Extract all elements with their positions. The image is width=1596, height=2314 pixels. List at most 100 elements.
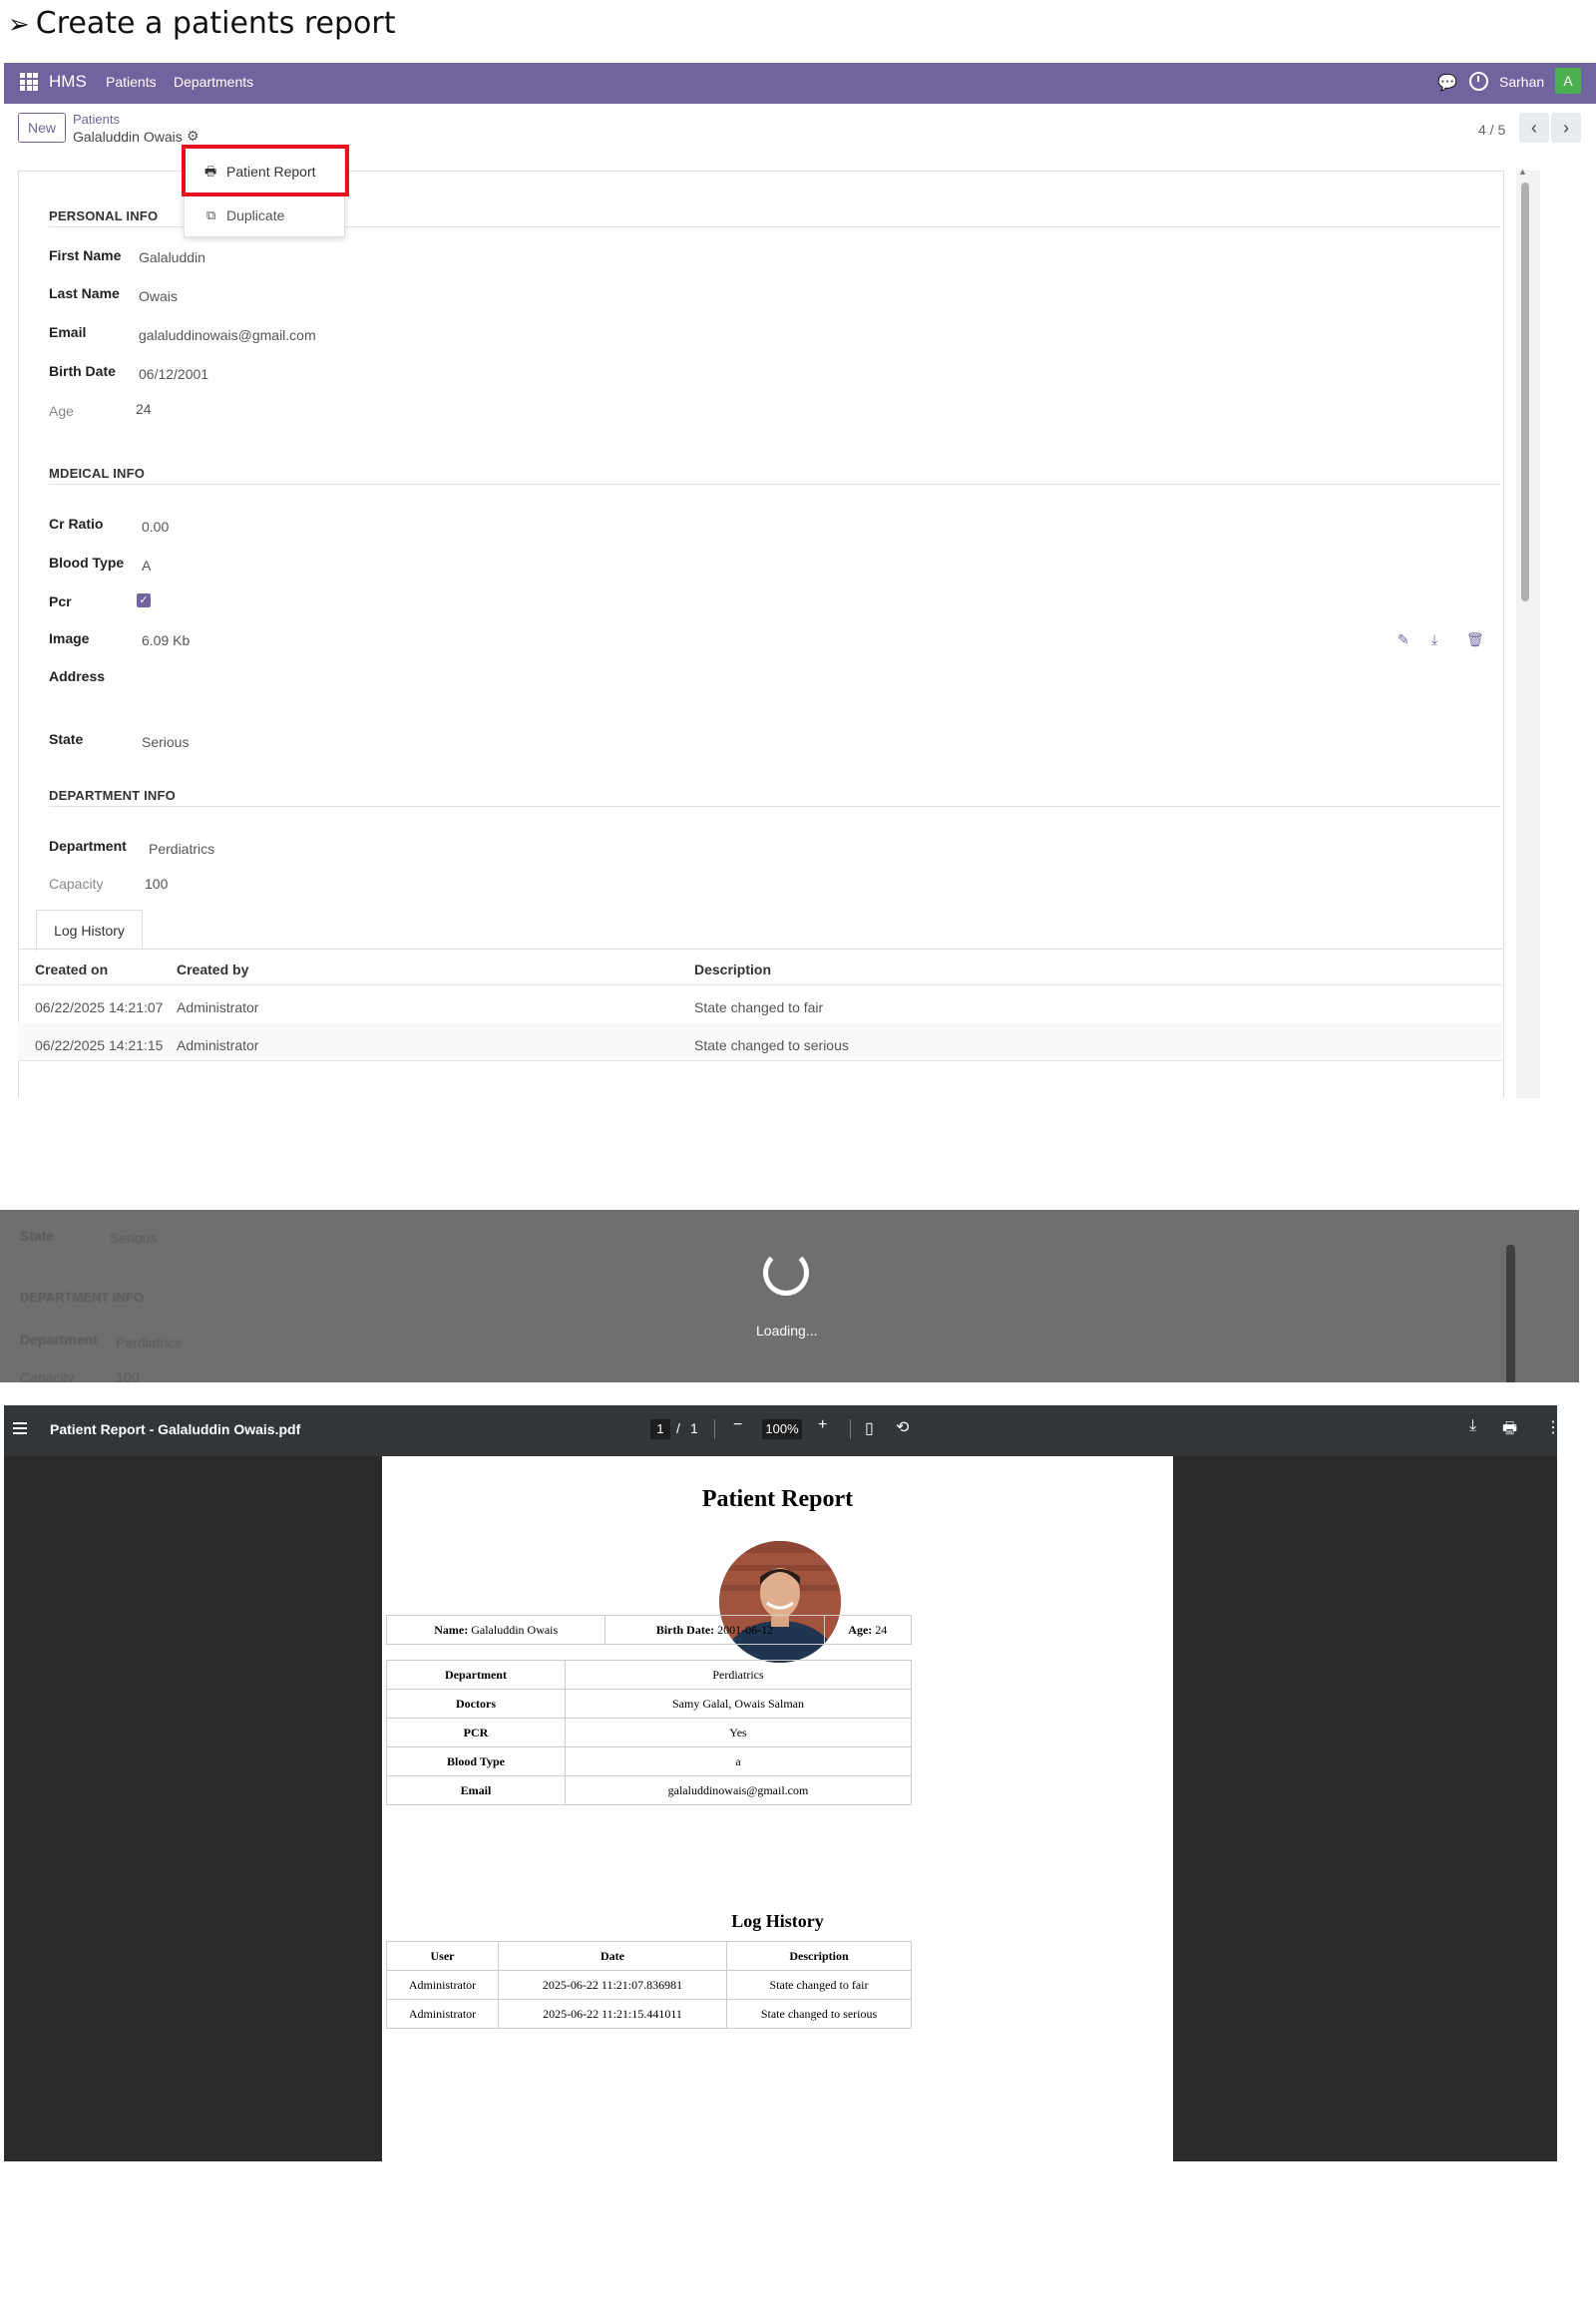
menu-patients[interactable]: Patients — [106, 74, 157, 90]
email-value[interactable]: galaluddinowais@gmail.com — [139, 327, 316, 343]
more-options-icon[interactable]: ⋮ — [1545, 1417, 1557, 1437]
toolbar-divider — [714, 1419, 715, 1439]
activity-clock-icon[interactable] — [1469, 72, 1488, 91]
log-row-2-description[interactable]: State changed to serious — [694, 1037, 849, 1053]
log-table: User Date Description Administrator 2025… — [386, 1941, 912, 2029]
last-name-label: Last Name — [49, 285, 120, 301]
section-title-medical: MDEICAL INFO — [49, 466, 146, 481]
age-value: 24 — [136, 401, 152, 417]
summary-birth-label: Birth Date: — [655, 1622, 715, 1637]
ghost-department-label: Department — [20, 1332, 98, 1348]
cr-ratio-label: Cr Ratio — [49, 516, 104, 532]
log-row-1-created-on[interactable]: 06/22/2025 14:21:07 — [35, 999, 163, 1015]
zoom-in-icon[interactable]: + — [818, 1416, 827, 1434]
birth-date-label: Birth Date — [49, 363, 116, 379]
highlight-box — [182, 145, 349, 196]
image-size-value[interactable]: 6.09 Kb — [142, 632, 190, 648]
zoom-level[interactable]: 100% — [762, 1419, 802, 1439]
cr-ratio-value[interactable]: 0.00 — [142, 519, 169, 535]
pager-next-button[interactable]: › — [1551, 113, 1581, 143]
copy-icon: ⧉ — [206, 207, 216, 222]
menu-hamburger-icon[interactable] — [13, 1422, 27, 1424]
breadcrumb-patients-link[interactable]: Patients — [73, 112, 120, 127]
heading-text: Create a patients report — [35, 6, 396, 41]
column-description[interactable]: Description — [694, 962, 771, 977]
birth-date-value[interactable]: 06/12/2001 — [139, 366, 208, 382]
summary-age-value: 24 — [875, 1622, 888, 1637]
trash-icon[interactable]: 🗑 — [1466, 631, 1484, 648]
zoom-out-icon[interactable]: − — [733, 1416, 742, 1434]
page-total: 1 — [690, 1420, 698, 1436]
section-title-department: DEPARTMENT INFO — [49, 788, 176, 803]
chat-icon[interactable]: 💬 — [1437, 73, 1457, 93]
tab-log-history[interactable]: Log History — [36, 910, 143, 951]
email-label: Email — [49, 324, 87, 340]
column-created-by[interactable]: Created by — [177, 962, 248, 977]
download-icon[interactable]: ⤓ — [1469, 1417, 1476, 1435]
download-icon[interactable]: ⤓ — [1431, 631, 1437, 648]
scroll-up-arrow-icon[interactable]: ▲ — [1518, 167, 1527, 177]
details-value: Samy Galal, Owais Salman — [565, 1689, 912, 1719]
details-value: a — [565, 1746, 912, 1776]
loading-spinner-icon — [763, 1250, 809, 1296]
log-cell-description: State changed to serious — [726, 1999, 912, 2029]
details-label: Department — [386, 1660, 566, 1690]
rotate-icon[interactable]: ⟲ — [896, 1417, 909, 1437]
log-row-2-created-by[interactable]: Administrator — [177, 1037, 258, 1053]
user-name[interactable]: Sarhan — [1499, 74, 1544, 90]
breadcrumb-current: Galaluddin Owais — [73, 129, 183, 145]
log-column-date: Date — [498, 1941, 727, 1971]
blood-type-value[interactable]: A — [142, 558, 151, 574]
gear-icon[interactable]: ⚙ — [187, 128, 200, 145]
new-button[interactable]: New — [18, 113, 66, 143]
app-brand[interactable]: HMS — [49, 72, 87, 92]
menu-item-label: Duplicate — [226, 207, 285, 223]
department-label: Department — [49, 838, 127, 854]
capacity-value: 100 — [145, 876, 169, 892]
column-created-on[interactable]: Created on — [35, 962, 108, 977]
summary-birth-cell: Birth Date: 2001-06-12 — [604, 1615, 825, 1645]
log-row-1-created-by[interactable]: Administrator — [177, 999, 258, 1015]
ghost-capacity-label: Capacity — [20, 1369, 75, 1382]
blood-type-label: Blood Type — [49, 555, 125, 571]
scrollbar-thumb[interactable] — [1521, 183, 1529, 601]
apps-grid-icon[interactable] — [20, 73, 38, 91]
page-separator: / — [676, 1420, 680, 1436]
summary-name-cell: Name: Galaluddin Owais — [385, 1615, 606, 1645]
log-cell-description: State changed to fair — [726, 1970, 912, 2000]
details-label: Email — [386, 1775, 566, 1805]
state-value[interactable]: Serious — [142, 734, 189, 750]
log-column-description: Description — [726, 1941, 912, 1971]
row-divider — [18, 1060, 1502, 1061]
pager-value[interactable]: 4 / 5 — [1478, 122, 1505, 138]
first-name-value[interactable]: Galaluddin — [139, 249, 205, 265]
log-row-1-description[interactable]: State changed to fair — [694, 999, 823, 1015]
page-number-input[interactable]: 1 — [650, 1419, 670, 1439]
details-value: Yes — [565, 1718, 912, 1747]
toolbar-divider — [850, 1419, 851, 1439]
fit-page-icon[interactable]: ▯ — [865, 1418, 874, 1438]
log-history-title: Log History — [731, 1911, 824, 1931]
summary-name-label: Name: — [434, 1622, 469, 1637]
odoo-form-screenshot: HMS Patients Departments 💬 Sarhan A New … — [4, 63, 1596, 1098]
pcr-checkbox[interactable]: ✓ — [137, 593, 151, 607]
summary-name-value: Galaluddin Owais — [471, 1622, 559, 1637]
pencil-icon[interactable]: ✎ — [1397, 631, 1409, 648]
details-label: Doctors — [386, 1689, 566, 1719]
log-row-2-created-on[interactable]: 06/22/2025 14:21:15 — [35, 1037, 163, 1053]
user-avatar[interactable]: A — [1555, 68, 1581, 94]
loading-text: Loading... — [756, 1323, 818, 1339]
details-label: PCR — [386, 1718, 566, 1747]
ghost-department-value: Perdiatrics — [116, 1335, 183, 1350]
row-divider — [18, 984, 1502, 985]
pdf-toolbar: Patient Report - Galaluddin Owais.pdf 1 … — [4, 1405, 1557, 1456]
pager-previous-button[interactable]: ‹ — [1519, 113, 1549, 143]
section-divider — [49, 484, 1500, 485]
menu-item-duplicate[interactable]: ⧉ Duplicate — [185, 197, 344, 233]
last-name-value[interactable]: Owais — [139, 288, 178, 304]
menu-departments[interactable]: Departments — [174, 74, 253, 90]
summary-age-label: Age: — [848, 1622, 873, 1637]
department-value[interactable]: Perdiatrics — [149, 841, 214, 857]
print-icon[interactable]: 🖶 — [1502, 1417, 1517, 1444]
capacity-label: Capacity — [49, 876, 104, 892]
